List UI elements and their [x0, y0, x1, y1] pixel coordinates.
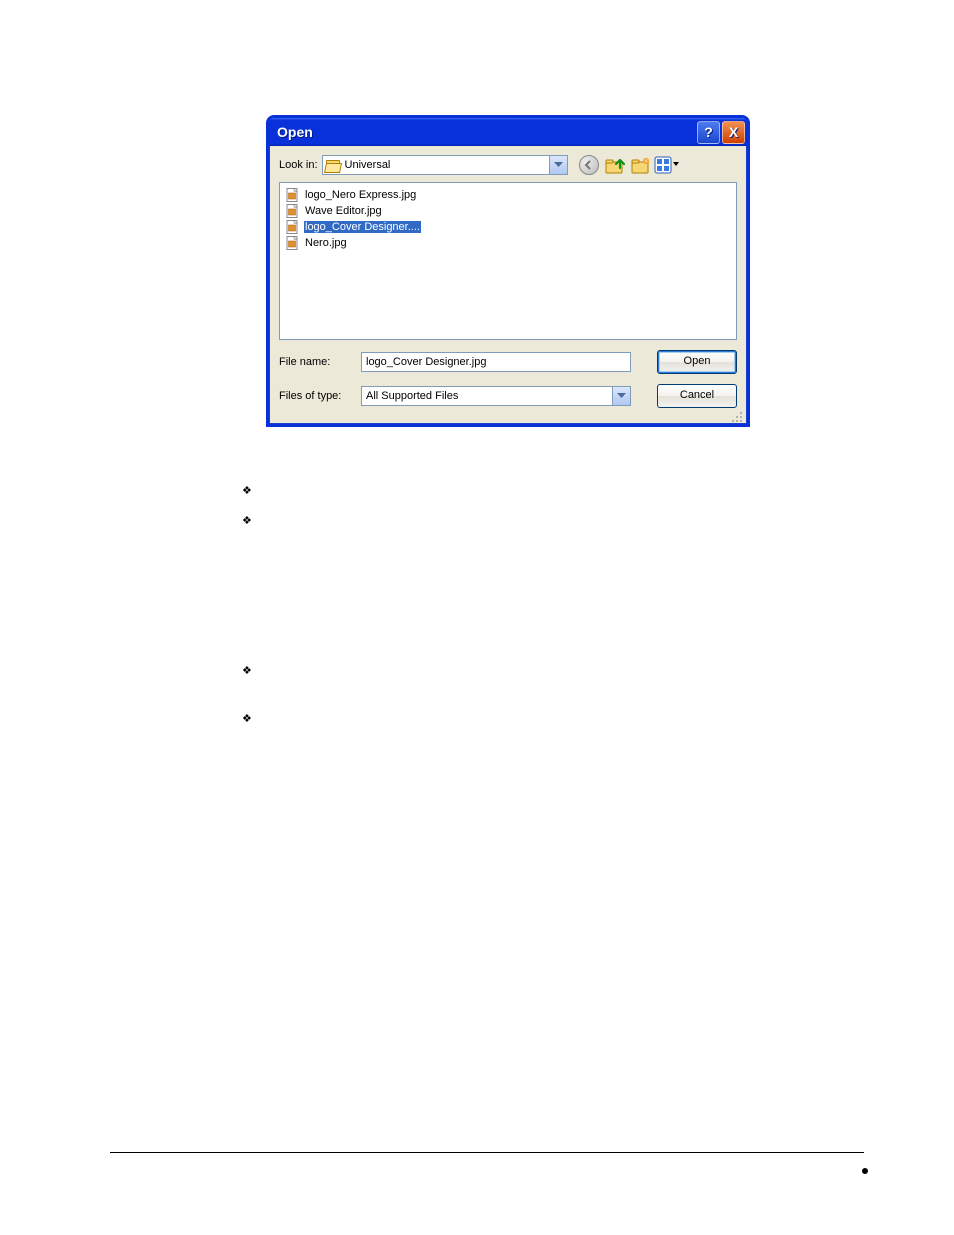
open-button-label: Open — [684, 355, 711, 367]
image-file-icon — [286, 204, 300, 218]
open-folder-icon — [325, 158, 341, 172]
footer-bullet-icon — [862, 1168, 868, 1174]
title-bar[interactable]: Open ? X — [269, 118, 747, 146]
filetype-combo[interactable]: All Supported Files — [361, 386, 631, 406]
help-icon: ? — [704, 124, 713, 140]
file-name: logo_Nero Express.jpg — [304, 189, 417, 201]
new-folder-icon — [631, 156, 651, 174]
lookin-value: Universal — [345, 159, 549, 171]
image-file-icon — [286, 236, 300, 250]
file-item[interactable]: Nero.jpg — [284, 235, 350, 251]
image-file-icon — [286, 220, 300, 234]
open-dialog: Open ? X Look in: Universal — [266, 115, 750, 427]
filename-value: logo_Cover Designer.jpg — [366, 356, 486, 368]
filename-input[interactable]: logo_Cover Designer.jpg — [361, 352, 631, 372]
filetype-label: Files of type: — [279, 390, 351, 402]
help-button[interactable]: ? — [697, 121, 720, 144]
file-item[interactable]: logo_Nero Express.jpg — [284, 187, 419, 203]
cancel-button-label: Cancel — [680, 389, 714, 401]
file-name: logo_Cover Designer.... — [304, 221, 421, 233]
filetype-value: All Supported Files — [362, 390, 612, 402]
bullet-icon — [242, 710, 260, 726]
bullet-icon — [242, 512, 260, 528]
bullet-icon — [242, 482, 260, 498]
dialog-title: Open — [277, 124, 697, 140]
cancel-button[interactable]: Cancel — [657, 384, 737, 408]
back-arrow-icon — [579, 155, 599, 175]
image-file-icon — [286, 188, 300, 202]
bullet-icon — [242, 662, 260, 678]
up-one-level-button[interactable] — [604, 154, 626, 176]
views-button[interactable] — [656, 154, 678, 176]
chevron-down-icon[interactable] — [612, 387, 630, 405]
file-item[interactable]: Wave Editor.jpg — [284, 203, 385, 219]
bullet-group-1 — [242, 482, 260, 542]
file-name: Nero.jpg — [304, 237, 348, 249]
bullet-group-2 — [242, 662, 260, 740]
file-item[interactable]: logo_Cover Designer.... — [284, 219, 423, 235]
file-list[interactable]: logo_Nero Express.jpg Wave Editor.jpg logo… — [279, 182, 737, 340]
lookin-row: Look in: Universal — [269, 146, 747, 182]
lookin-combo[interactable]: Universal — [322, 155, 568, 175]
close-button[interactable]: X — [722, 121, 745, 144]
back-button[interactable] — [578, 154, 600, 176]
resize-grip[interactable] — [731, 410, 743, 422]
filename-label: File name: — [279, 356, 351, 368]
views-icon — [654, 156, 680, 174]
chevron-down-icon[interactable] — [549, 156, 567, 174]
close-icon: X — [729, 124, 738, 140]
new-folder-button[interactable] — [630, 154, 652, 176]
open-button[interactable]: Open — [657, 350, 737, 374]
file-name: Wave Editor.jpg — [304, 205, 383, 217]
lookin-label: Look in: — [279, 159, 318, 171]
folder-up-icon — [605, 156, 625, 174]
footer-divider — [110, 1152, 864, 1153]
